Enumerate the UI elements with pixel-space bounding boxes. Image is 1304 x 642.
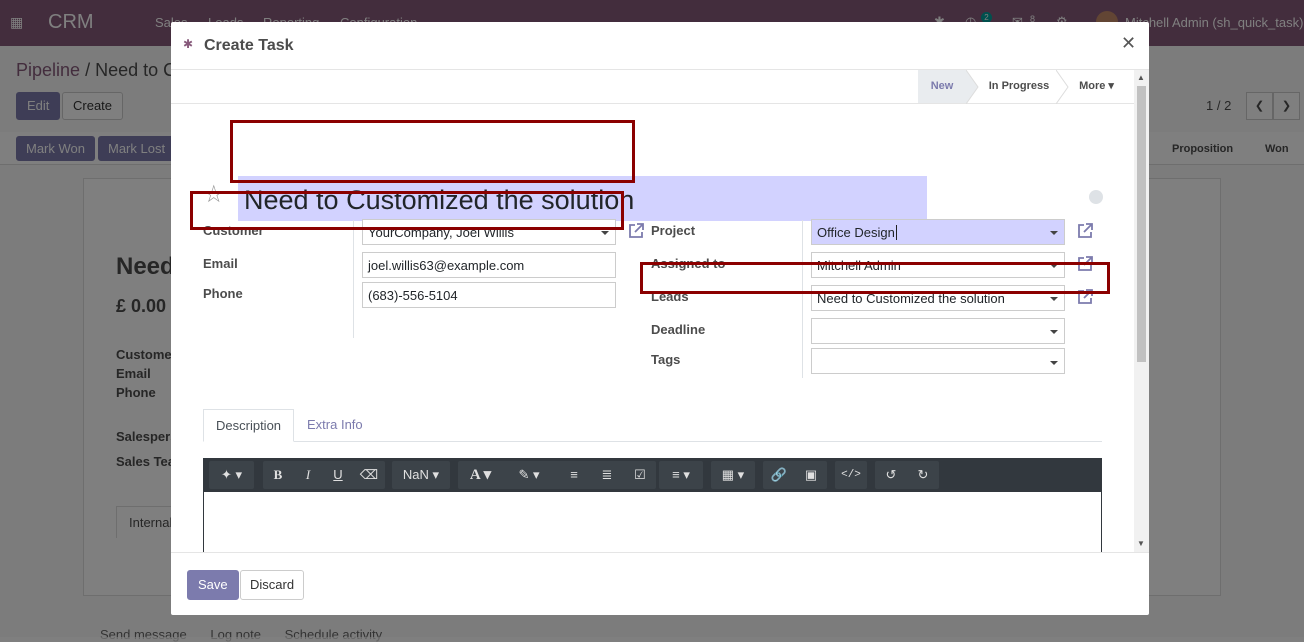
font-color-icon[interactable]: A ▾ (458, 461, 503, 489)
highlight-customer (190, 191, 624, 230)
stage-separator (1056, 70, 1069, 104)
align-dropdown-icon[interactable]: ≡ ▾ (659, 461, 703, 489)
label-project: Project (651, 223, 696, 238)
brush-icon[interactable]: ✎ ▾ (505, 461, 553, 489)
dialog-body: New In Progress More ▾ ☆ Need to Customi… (171, 70, 1149, 552)
stage-new[interactable]: New (918, 70, 966, 103)
tags-select[interactable] (811, 348, 1065, 374)
highlight-task-name (230, 120, 635, 183)
scroll-down-icon[interactable]: ▼ (1137, 539, 1145, 548)
deadline-field[interactable] (811, 318, 1065, 344)
underline-icon[interactable]: U (323, 461, 353, 489)
label-email: Email (203, 256, 238, 271)
link-icon[interactable]: 🔗 (763, 461, 795, 489)
scrollbar-thumb[interactable] (1137, 86, 1146, 362)
description-editor[interactable] (203, 492, 1102, 552)
project-select[interactable]: Office Design (811, 219, 1065, 245)
close-icon[interactable]: ✕ (1121, 33, 1136, 54)
label-deadline: Deadline (651, 322, 706, 337)
stage-in-progress[interactable]: In Progress (979, 70, 1059, 103)
editor-toolbar: ✦ ▾ B I U ⌫ NaN ▾ A ▾ ✎ ▾ ≡ ≣ ☑ ≡ ▾ ▦ ▾ … (203, 458, 1102, 492)
column-divider (802, 220, 803, 378)
column-divider (353, 220, 354, 338)
style-dropdown-icon[interactable]: ✦ ▾ (209, 461, 254, 489)
numbered-list-icon[interactable]: ≣ (590, 461, 624, 489)
discard-button[interactable]: Discard (240, 570, 305, 600)
email-field[interactable]: joel.willis63@example.com (362, 252, 616, 278)
bullet-list-icon[interactable]: ≡ (558, 461, 590, 489)
undo-icon[interactable]: ↺ (875, 461, 907, 489)
external-link-icon[interactable] (627, 222, 645, 240)
tab-extra-info[interactable]: Extra Info (295, 409, 375, 442)
task-stage-bar: New In Progress More ▾ (171, 70, 1134, 104)
create-task-dialog: ✱ Create Task ✕ New In Progress More ▾ ☆… (171, 22, 1149, 615)
notebook-tabs: Description Extra Info (203, 409, 1102, 442)
stage-separator (966, 70, 979, 104)
dialog-footer: Save Discard (171, 552, 1149, 615)
scroll-up-icon[interactable]: ▲ (1137, 73, 1145, 82)
table-dropdown-icon[interactable]: ▦ ▾ (711, 461, 755, 489)
dialog-scrollbar[interactable]: ▲ ▼ (1134, 70, 1149, 552)
bold-icon[interactable]: B (263, 461, 293, 489)
font-size-dropdown[interactable]: NaN ▾ (392, 461, 450, 489)
dialog-header: ✱ Create Task ✕ (171, 22, 1149, 70)
label-tags: Tags (651, 352, 681, 367)
kanban-state-icon[interactable] (1089, 190, 1103, 204)
save-button[interactable]: Save (187, 570, 239, 600)
project-external-link-icon[interactable] (1076, 222, 1094, 240)
italic-icon[interactable]: I (293, 461, 323, 489)
dialog-title: Create Task (204, 37, 294, 54)
redo-icon[interactable]: ↻ (907, 461, 939, 489)
bug-icon: ✱ (183, 37, 194, 51)
tab-description[interactable]: Description (203, 409, 295, 442)
label-phone: Phone (203, 286, 243, 301)
checklist-icon[interactable]: ☑ (624, 461, 656, 489)
stage-more-dropdown[interactable]: More ▾ (1069, 70, 1124, 103)
phone-field[interactable]: (683)-556-5104 (362, 282, 616, 308)
highlight-leads (640, 262, 1110, 294)
code-view-icon[interactable]: </> (835, 461, 867, 489)
eraser-icon[interactable]: ⌫ (353, 461, 385, 489)
image-icon[interactable]: ▣ (795, 461, 827, 489)
